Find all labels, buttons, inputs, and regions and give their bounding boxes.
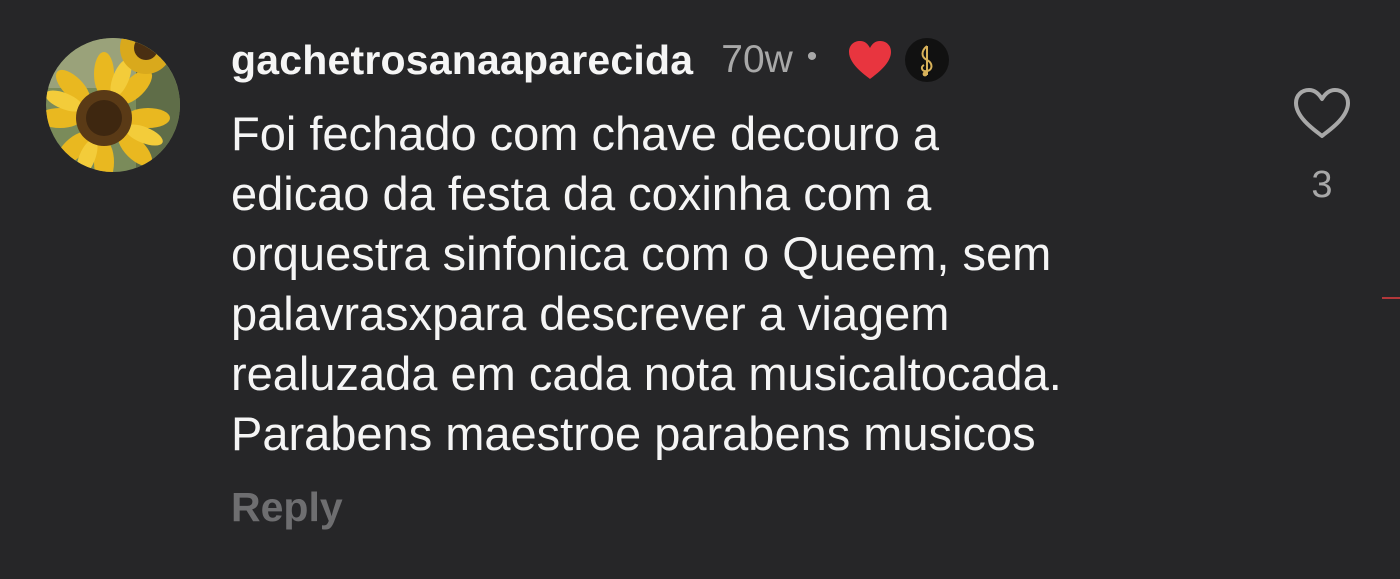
edge-mark xyxy=(1382,297,1400,299)
sunflower-avatar-icon xyxy=(46,38,180,172)
reply-button[interactable]: Reply xyxy=(231,484,343,531)
comment-time: 70w xyxy=(721,38,793,81)
creator-avatar-music-icon xyxy=(905,38,950,82)
like-count: 3 xyxy=(1311,164,1333,206)
username[interactable]: gachetrosanaaparecida xyxy=(231,37,693,84)
comment-text-line: Foi fechado com chave decouro a xyxy=(231,107,940,160)
creator-liked-heart-icon xyxy=(847,39,893,81)
comment-text: Foi fechado com chave decouro a edicao d… xyxy=(231,104,1231,464)
comment-text-line: Parabens maestroe parabens musicos xyxy=(231,407,1036,460)
comment-text-line: realuzada em cada nota musicaltocada. xyxy=(231,347,1062,400)
heart-outline-icon[interactable] xyxy=(1292,86,1352,140)
like-column: 3 xyxy=(1284,86,1360,207)
comment-text-line: palavrasxpara descrever a viagem xyxy=(231,287,950,340)
separator-dot: • xyxy=(806,40,818,73)
user-avatar[interactable] xyxy=(46,38,180,172)
comment: gachetrosanaaparecida 70w • Foi fechado … xyxy=(0,0,1400,579)
comment-header: gachetrosanaaparecida 70w • xyxy=(231,30,950,90)
comment-text-line: edicao da festa da coxinha com a xyxy=(231,167,932,220)
comment-text-line: orquestra sinfonica com o Queem, sem xyxy=(231,227,1052,280)
